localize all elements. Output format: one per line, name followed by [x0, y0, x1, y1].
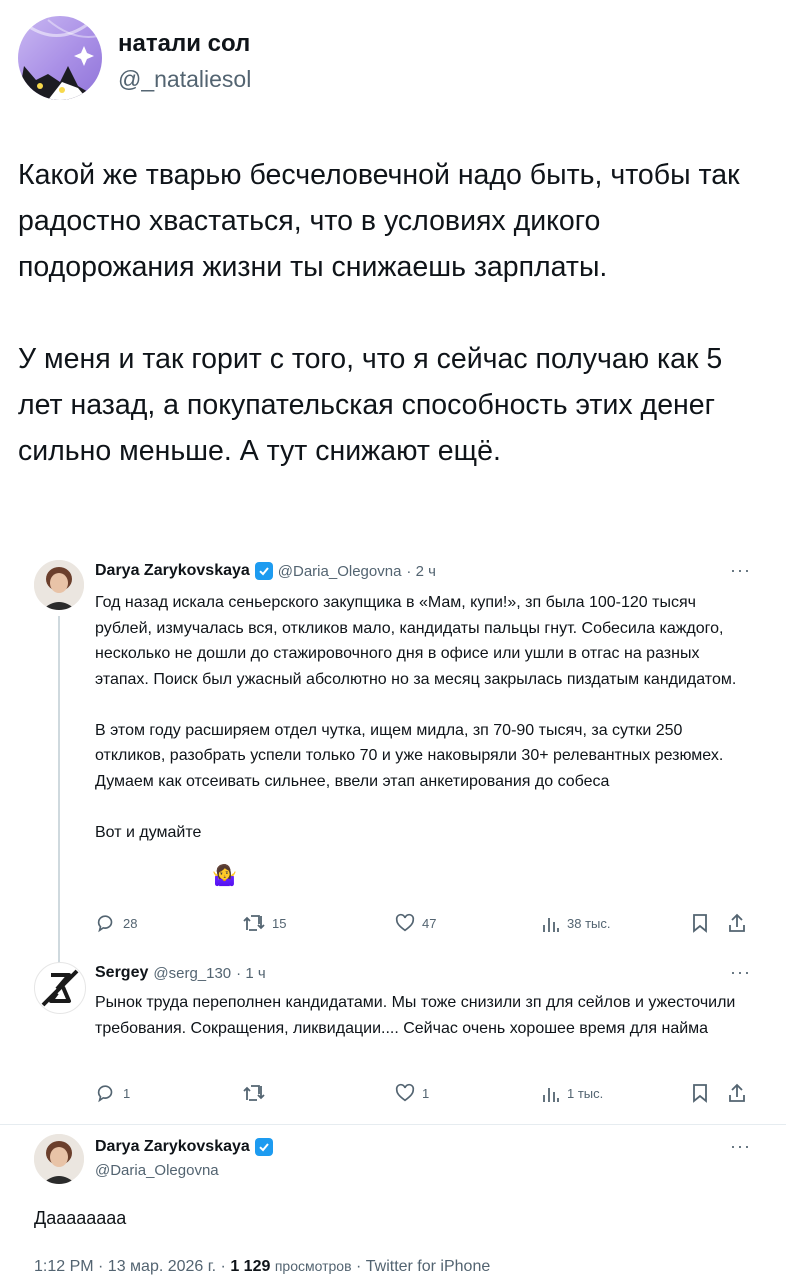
verified-badge-icon	[254, 1138, 273, 1156]
tweet2-author-handle[interactable]: @serg_130	[153, 965, 231, 982]
author-avatar[interactable]	[18, 16, 102, 100]
verified-badge-icon	[254, 562, 273, 580]
tweet2-like-count: 1	[422, 1085, 430, 1101]
tweet3-timestamp[interactable]: 1:12 PM · 13 мар. 2026 г. ·	[34, 1258, 226, 1275]
tweet1-more-icon[interactable]: ···	[730, 560, 751, 581]
tweet1-text: Год назад искала сеньерского закупщика в…	[95, 594, 737, 841]
tweet3-source: · Twitter for iPhone	[355, 1258, 491, 1275]
tweet2-text: Рынок труда переполнен кандидатами. Мы т…	[95, 994, 736, 1037]
tweet1-author-name[interactable]: Darya Zarykovskaya	[95, 562, 250, 580]
tweet2-more-icon[interactable]: ···	[730, 962, 751, 983]
daria-avatar[interactable]	[34, 1134, 84, 1184]
tweet2-reply-count: 1	[123, 1085, 131, 1101]
tweet1-like-button[interactable]: 47	[394, 912, 436, 934]
tweet3-views-count: 1 129	[230, 1258, 271, 1275]
tweet1-reply-count: 28	[123, 915, 138, 931]
daria-avatar[interactable]	[34, 560, 84, 610]
tweet3-header: Darya Zarykovskaya	[95, 1138, 273, 1156]
retweet-icon	[243, 1085, 265, 1101]
tweet3-author-handle[interactable]: @Daria_Olegovna	[95, 1162, 219, 1179]
tweet2-like-button[interactable]: 1	[394, 1082, 429, 1104]
tweet2-author-name[interactable]: Sergey	[95, 964, 148, 982]
tweet2-time[interactable]: · 1 ч	[236, 965, 266, 982]
thread-line	[58, 616, 60, 966]
tweet2-bookmark-icon[interactable]	[690, 1082, 710, 1109]
tweet1-views-button[interactable]: 38 тыс.	[541, 912, 610, 934]
tweet3-more-icon[interactable]: ···	[730, 1136, 751, 1157]
tweet3-views-label: просмотров	[274, 1258, 352, 1274]
tweet1-share-icon[interactable]	[727, 912, 747, 939]
tweet2-views-count: 1 тыс.	[567, 1085, 604, 1101]
tweet3-text: Даааааааа	[34, 1208, 127, 1228]
tweet3-author-name[interactable]: Darya Zarykovskaya	[95, 1138, 250, 1156]
retweet-icon	[243, 915, 265, 931]
tweet2-share-icon[interactable]	[727, 1082, 747, 1109]
tweet1-bookmark-icon[interactable]	[690, 912, 710, 939]
divider	[0, 1124, 786, 1125]
tweet3-footer: 1:12 PM · 13 мар. 2026 г. · 1 129 просмо…	[34, 1258, 490, 1276]
tweet1-retweet-count: 15	[272, 915, 287, 931]
heart-icon	[395, 913, 415, 932]
heart-icon	[395, 1083, 415, 1102]
reply-icon	[97, 1085, 113, 1103]
tweet-text: Какой же тварью бесчеловечной надо быть,…	[18, 159, 740, 467]
tweet1-views-count: 38 тыс.	[567, 915, 611, 931]
tweet1-time[interactable]: · 2 ч	[406, 563, 436, 580]
tweet1-author-handle[interactable]: @Daria_Olegovna	[278, 563, 402, 580]
tweet1-reply-button[interactable]: 28	[95, 912, 137, 934]
shrug-emoji-icon: 🤷‍♀️	[212, 865, 237, 887]
tweet2-retweet-button[interactable]	[242, 1082, 272, 1104]
tweet1-like-count: 47	[422, 915, 437, 931]
reply-icon	[97, 915, 113, 933]
tweet1-retweet-button[interactable]: 15	[242, 912, 286, 934]
author-handle[interactable]: @_nataliesol	[118, 66, 251, 93]
tweet2-reply-button[interactable]: 1	[95, 1082, 130, 1104]
tweet1-header: Darya Zarykovskaya @Daria_Olegovna · 2 ч	[95, 562, 436, 580]
views-icon	[543, 1088, 559, 1102]
author-name[interactable]: натали сол	[118, 30, 250, 58]
views-icon	[543, 918, 559, 932]
tweet2-header: Sergey @serg_130 · 1 ч	[95, 964, 266, 982]
tweet2-views-button[interactable]: 1 тыс.	[541, 1082, 603, 1104]
embedded-screenshot: Darya Zarykovskaya @Daria_Olegovna · 2 ч…	[0, 540, 786, 1280]
sergey-avatar[interactable]	[34, 962, 86, 1014]
